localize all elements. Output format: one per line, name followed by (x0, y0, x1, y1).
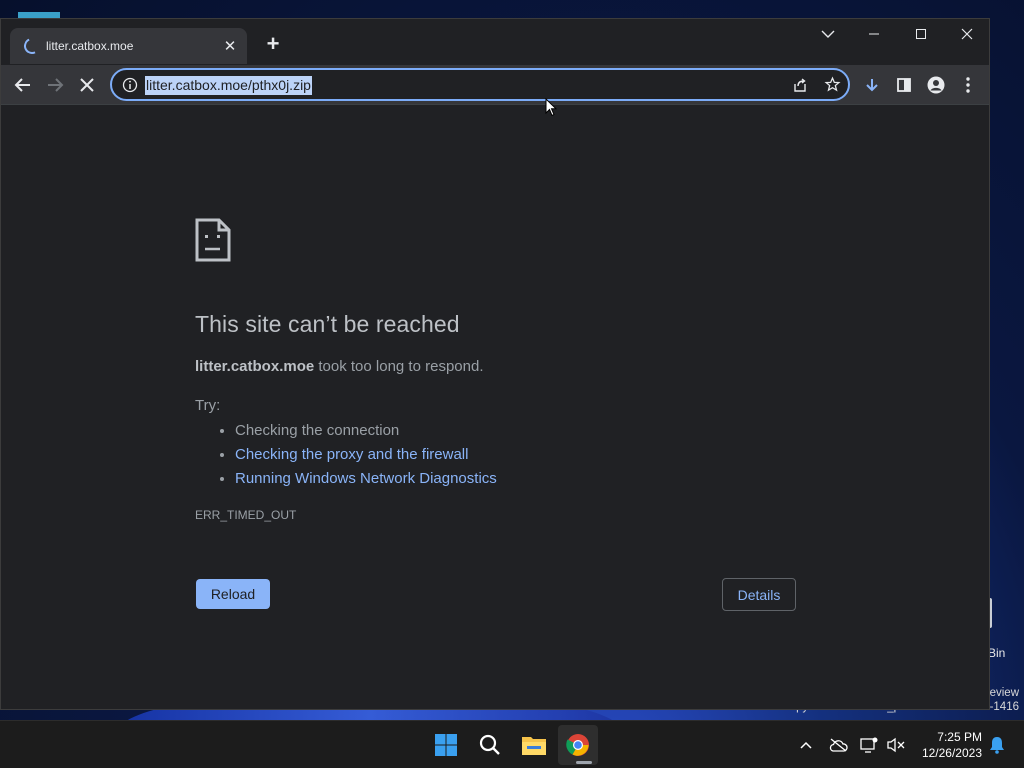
maximize-button[interactable] (898, 19, 944, 49)
reload-button[interactable]: Reload (196, 579, 270, 609)
taskbar: 7:25 PM 12/26/2023 (0, 720, 1024, 768)
download-arrow-icon (866, 79, 878, 92)
bell-icon (990, 737, 1004, 754)
arrow-right-icon (48, 78, 64, 92)
error-code: ERR_TIMED_OUT (195, 508, 297, 522)
try-label: Try: (195, 397, 221, 414)
share-icon[interactable] (792, 77, 808, 93)
search-button[interactable] (470, 725, 510, 765)
clock-date: 12/26/2023 (921, 746, 982, 760)
clock-time: 7:25 PM (937, 730, 982, 744)
page-content (1, 105, 989, 709)
url-text[interactable]: litter.catbox.moe/pthx0j.zip (145, 76, 312, 95)
volume-tray[interactable] (884, 733, 908, 757)
forward-button[interactable] (43, 73, 67, 97)
search-icon (479, 734, 500, 755)
arrow-left-icon (14, 78, 30, 92)
tab-search-button[interactable] (805, 19, 851, 49)
suggestion-network-diagnostics[interactable]: Running Windows Network Diagnostics (235, 469, 497, 493)
active-app-indicator (576, 761, 592, 764)
minimize-button[interactable] (851, 19, 897, 49)
error-message-suffix: took too long to respond. (314, 358, 484, 375)
details-button[interactable]: Details (722, 578, 796, 611)
folder-icon (522, 737, 546, 755)
side-panel-icon (897, 78, 911, 92)
start-button[interactable] (426, 725, 466, 765)
side-panel-button[interactable] (892, 73, 916, 97)
error-title: This site can’t be reached (195, 311, 460, 337)
profile-button[interactable] (924, 73, 948, 97)
address-bar[interactable]: litter.catbox.moe/pthx0j.zip (110, 68, 850, 101)
downloads-button[interactable] (860, 73, 884, 97)
browser-window: litter.catbox.moe ✕ + litter.catbox.moe/… (0, 18, 990, 710)
error-message: litter.catbox.moe took too long to respo… (195, 358, 484, 375)
stop-x-icon (80, 78, 94, 92)
chrome-menu-button[interactable] (956, 73, 980, 97)
sad-page-icon (195, 218, 231, 262)
tab-close-icon[interactable]: ✕ (221, 37, 239, 55)
more-vertical-icon (966, 77, 970, 93)
notifications-button[interactable] (985, 733, 1009, 757)
tab-strip: litter.catbox.moe ✕ + (1, 19, 989, 65)
network-diagnostics-link[interactable]: Running Windows Network Diagnostics (235, 470, 497, 487)
tab-title: litter.catbox.moe (46, 39, 134, 53)
chrome-icon (566, 734, 589, 756)
chrome-taskbar-button[interactable] (558, 725, 598, 765)
suggestion-check-connection: Checking the connection (235, 421, 497, 445)
close-window-button[interactable] (944, 19, 990, 49)
error-host: litter.catbox.moe (195, 358, 315, 375)
new-tab-button[interactable]: + (263, 33, 283, 55)
close-icon (961, 28, 973, 40)
star-bookmark-icon[interactable] (824, 76, 841, 93)
info-icon[interactable] (122, 77, 138, 93)
tab-active[interactable]: litter.catbox.moe ✕ (10, 28, 247, 64)
back-button[interactable] (11, 73, 35, 97)
maximize-icon (916, 29, 926, 39)
clock[interactable]: 7:25 PM 12/26/2023 (916, 729, 982, 761)
recycle-bin-label[interactable]: Bin (988, 646, 1005, 660)
browser-toolbar: litter.catbox.moe/pthx0j.zip (1, 65, 989, 105)
stop-loading-button[interactable] (75, 73, 99, 97)
network-monitor-icon (860, 737, 878, 753)
suggestions-list: Checking the connection Checking the pro… (217, 421, 497, 493)
person-icon (927, 76, 945, 94)
mouse-cursor-icon (545, 98, 557, 117)
speaker-muted-icon (887, 737, 905, 753)
onedrive-tray[interactable] (826, 733, 850, 757)
minimize-icon (869, 33, 879, 35)
cloud-off-icon (829, 738, 848, 752)
chevron-up-icon (800, 741, 812, 749)
show-hidden-icons-button[interactable] (794, 733, 818, 757)
file-explorer-button[interactable] (514, 725, 554, 765)
chevron-down-icon (821, 30, 835, 38)
suggestion-check-proxy[interactable]: Checking the proxy and the firewall (235, 445, 497, 469)
check-proxy-link[interactable]: Checking the proxy and the firewall (235, 446, 468, 463)
windows-logo-icon (435, 734, 457, 756)
loading-spinner-icon (21, 35, 43, 57)
network-tray[interactable] (857, 733, 881, 757)
